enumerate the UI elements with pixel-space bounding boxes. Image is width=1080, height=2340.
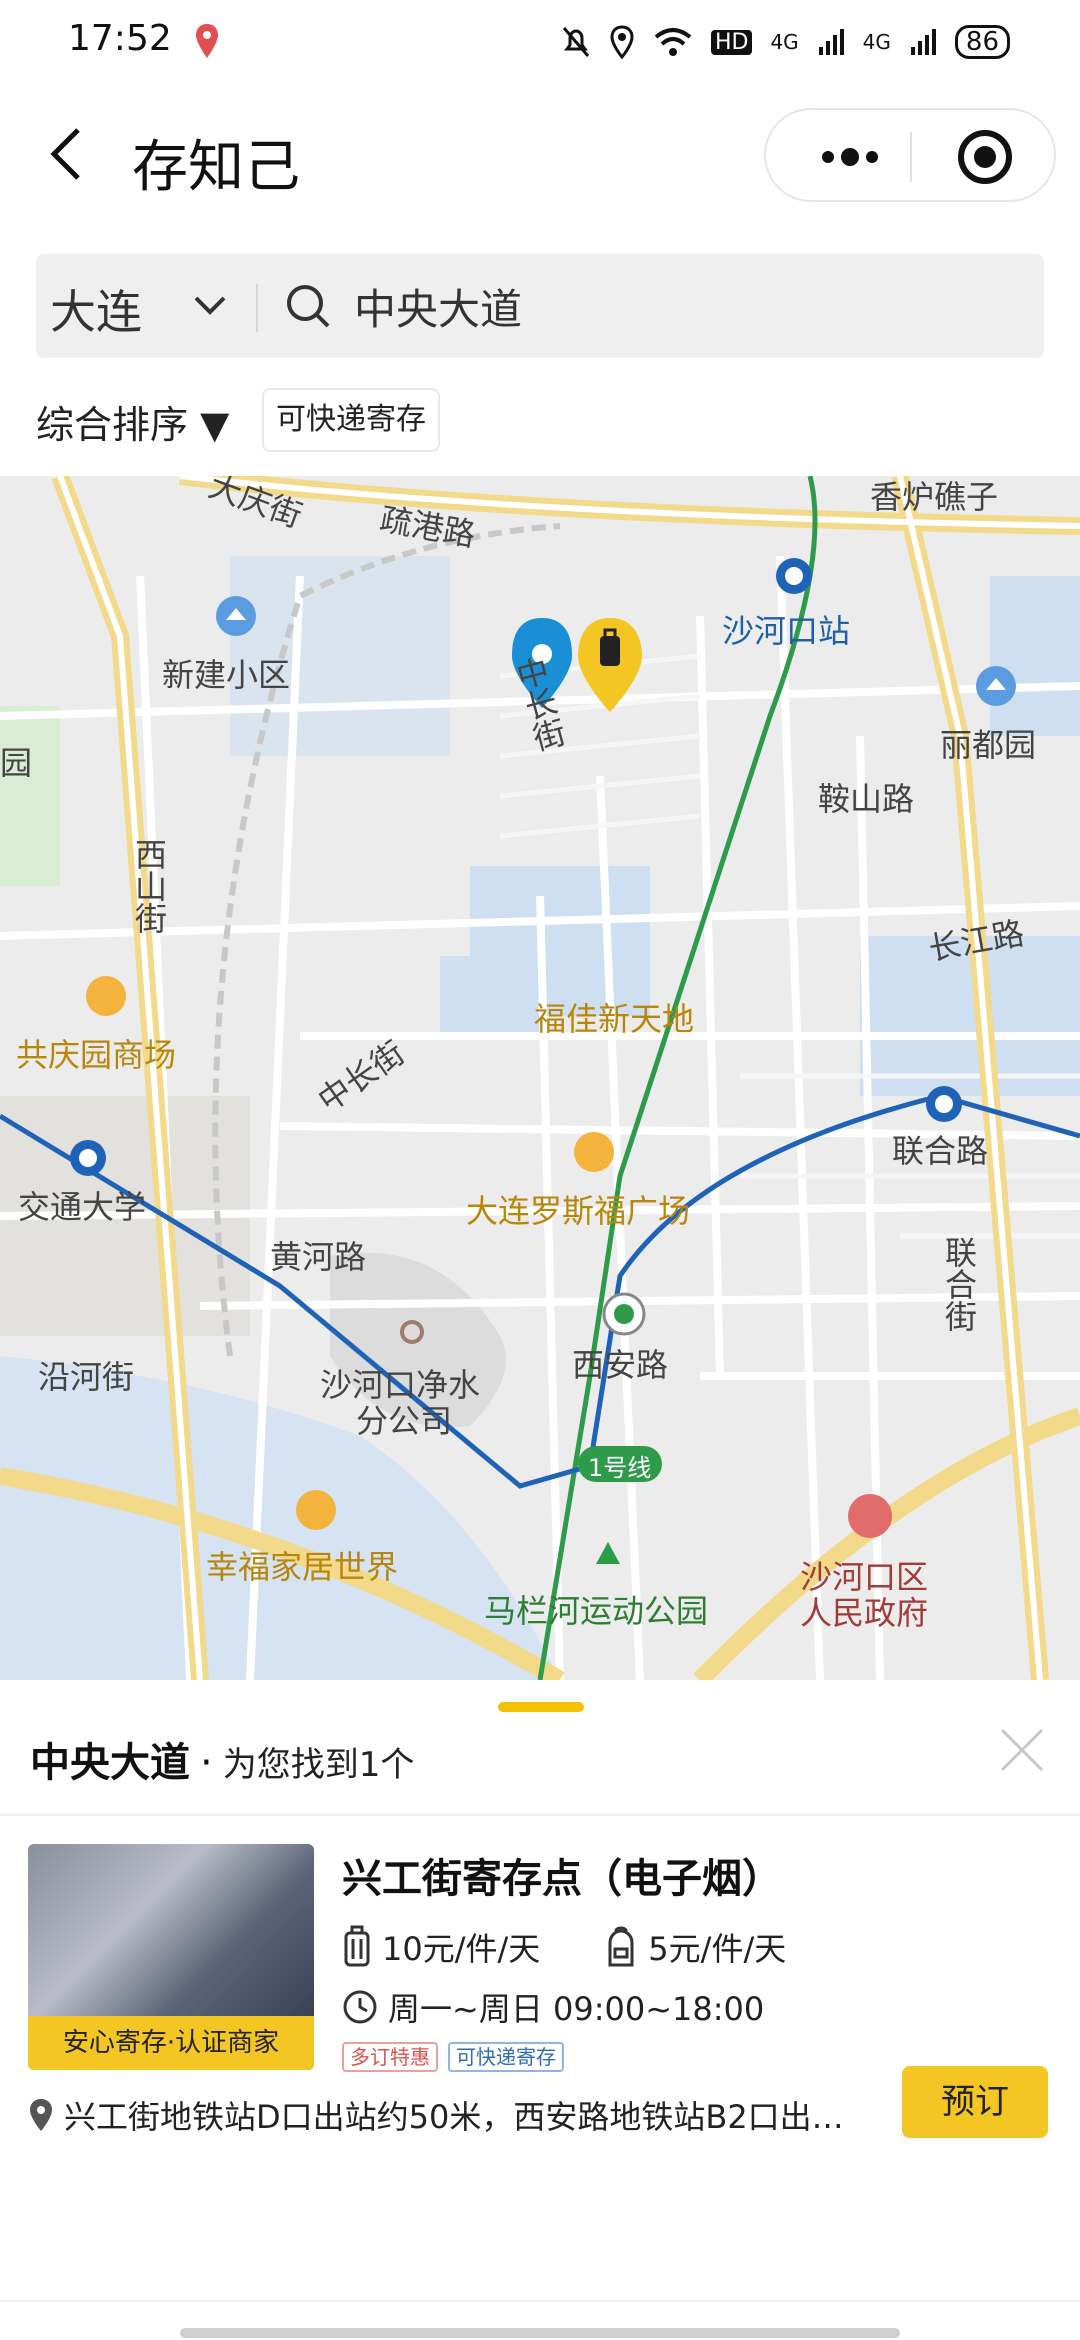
wifi-icon — [654, 28, 692, 56]
store-card[interactable]: 安心寄存·认证商家 兴工街寄存点（电子烟） 10元/件/天 5元/件/天 周一~… — [0, 1816, 1080, 2166]
map-label-anshan-road: 鞍山路 — [818, 780, 915, 818]
map-label-luosifu: 大连罗斯福广场 — [466, 1192, 691, 1230]
price-small-value: 5元/件/天 — [648, 1930, 787, 1968]
map-label-xiangluojiao: 香炉礁子 — [870, 478, 999, 516]
battery-indicator: 86 — [954, 25, 1010, 59]
map-label-water-company-2: 分公司 — [356, 1402, 453, 1440]
sheet-drag-handle[interactable] — [498, 1702, 584, 1712]
map-view[interactable]: 疏港路 大庆街 香炉礁子 沙河口站 新建小区 丽都园 中长街 鞍山路 西山街 长… — [0, 476, 1080, 1680]
search-bar: 大连 — [36, 254, 1044, 358]
results-separator: · — [200, 1740, 213, 1786]
store-name: 兴工街寄存点（电子烟） — [342, 1856, 782, 1902]
search-divider — [256, 284, 258, 332]
capsule-divider — [910, 132, 912, 182]
search-input[interactable] — [354, 272, 1014, 340]
signal-icon-2 — [910, 29, 936, 55]
map-label-fujia: 福佳新天地 — [534, 1000, 695, 1038]
location-pin-icon — [30, 2099, 52, 2131]
book-button[interactable]: 预订 — [902, 2066, 1048, 2138]
price-large-luggage: 10元/件/天 — [342, 1924, 540, 1970]
network-indicator-2: 4G — [862, 30, 891, 54]
map-label-yanhe-street: 沿河街 — [38, 1358, 135, 1396]
map-label-shahekou-station: 沙河口站 — [722, 612, 851, 650]
map-label-lianhe-road: 联合路 — [892, 1132, 989, 1170]
card-divider — [0, 2300, 1080, 2302]
results-count: 为您找到1个 — [222, 1745, 415, 1785]
express-storage-filter-chip[interactable]: 可快递寄存 — [262, 388, 440, 452]
title-bar: 存知己 — [0, 100, 1080, 210]
price-row: 10元/件/天 5元/件/天 — [342, 1924, 850, 1970]
map-label-xian-road: 西安路 — [572, 1346, 669, 1384]
backpack-icon — [608, 1926, 634, 1967]
results-keyword: 中央大道 — [30, 1740, 190, 1786]
map-label-malan-park: 马栏河运动公园 — [484, 1592, 709, 1630]
hd-indicator: HD — [710, 29, 753, 55]
suitcase-icon — [344, 1925, 370, 1967]
tag-express-storage: 可快递寄存 — [448, 2042, 564, 2072]
map-label-jiaotong-university: 交通大学 — [18, 1188, 147, 1226]
map-label-yuan: 园 — [0, 744, 33, 782]
map-label-gongqingyuan: 共庆园商场 — [16, 1036, 177, 1074]
results-header: 中央大道 · 为您找到1个 — [30, 1730, 414, 1790]
map-label-gov-2: 人民政府 — [800, 1594, 929, 1632]
page-title: 存知己 — [132, 135, 300, 200]
results-sheet: 中央大道 · 为您找到1个 安心寄存·认证商家 兴工街寄存点（电子烟） 10元/… — [0, 1680, 1080, 2340]
store-address: 兴工街地铁站D口出站约50米，西安路地铁站B2口出… — [28, 2092, 888, 2138]
map-label-huanghe-road: 黄河路 — [270, 1238, 367, 1276]
back-arrow-icon[interactable] — [44, 124, 94, 184]
metro-line-1-badge: 1号线 — [588, 1454, 652, 1482]
store-thumbnail: 安心寄存·认证商家 — [28, 1844, 314, 2070]
signal-icon — [818, 29, 844, 55]
map-label-xinjian: 新建小区 — [162, 656, 291, 694]
city-selector[interactable]: 大连 — [50, 276, 142, 342]
price-large-value: 10元/件/天 — [382, 1930, 541, 1968]
home-indicator[interactable] — [180, 2328, 900, 2338]
map-label-lianhe-street: 联合街 — [940, 1236, 978, 1332]
status-bar: 17:52 HD 4G 4G 86 — [0, 0, 1080, 84]
search-icon — [287, 285, 330, 328]
price-small-luggage: 5元/件/天 — [604, 1924, 786, 1970]
map-label-xishan-street: 西山街 — [130, 838, 168, 934]
map-label-lidu: 丽都园 — [940, 726, 1037, 764]
filter-bar: 综合排序 ▼ 可快递寄存 — [0, 380, 1080, 466]
location-pin-icon — [196, 24, 218, 58]
status-time: 17:52 — [68, 18, 172, 59]
status-icons: HD 4G 4G 86 — [561, 22, 1010, 62]
miniprogram-capsule — [764, 108, 1056, 202]
store-address-text: 兴工街地铁站D口出站约50米，西安路地铁站B2口出… — [64, 2098, 844, 2136]
sort-dropdown[interactable]: 综合排序 ▼ — [36, 394, 229, 449]
clock-icon — [343, 1990, 377, 2024]
network-indicator-1: 4G — [770, 30, 799, 54]
chevron-down-icon[interactable] — [192, 294, 228, 318]
close-icon[interactable] — [996, 1724, 1048, 1776]
close-miniprogram-icon[interactable] — [956, 128, 1014, 186]
store-tags: 多订特惠 可快递寄存 — [342, 2042, 564, 2072]
location-icon — [610, 25, 634, 59]
more-dots-icon[interactable] — [800, 132, 900, 182]
certified-badge: 安心寄存·认证商家 — [28, 2016, 314, 2070]
opening-hours: 周一~周日 09:00~18:00 — [342, 1984, 764, 2030]
opening-hours-text: 周一~周日 09:00~18:00 — [388, 1990, 765, 2028]
tag-multi-order-discount: 多订特惠 — [342, 2042, 438, 2072]
map-label-xingfu: 幸福家居世界 — [206, 1548, 399, 1586]
mute-bell-icon — [562, 27, 590, 57]
